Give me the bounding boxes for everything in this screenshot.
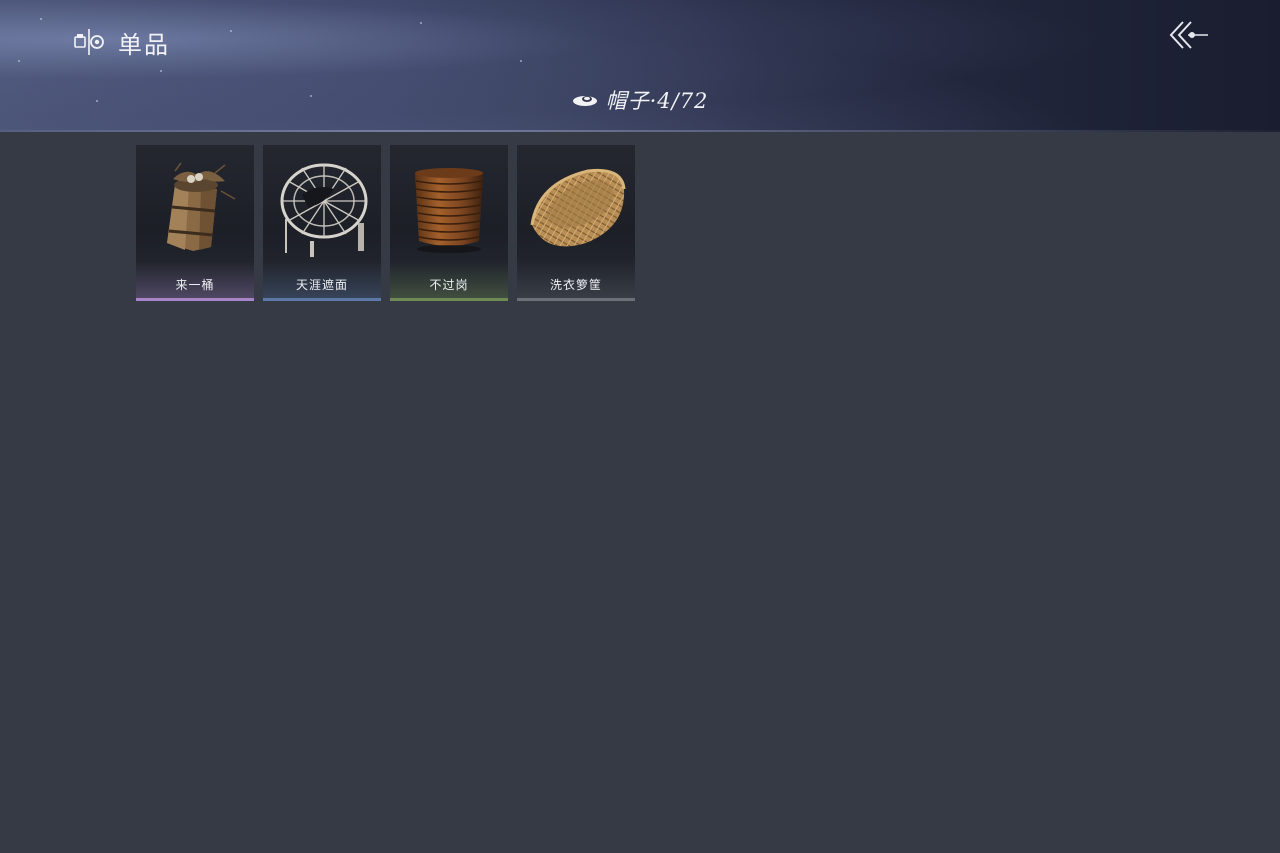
star-decoration bbox=[40, 18, 42, 20]
wicker-basket-icon bbox=[530, 168, 626, 247]
item-card[interactable]: 来一桶 bbox=[136, 145, 254, 301]
stacked-bowls-icon bbox=[415, 168, 483, 253]
item-name: 天涯遮面 bbox=[295, 278, 348, 292]
star-decoration bbox=[18, 60, 20, 62]
page-title: 单品 bbox=[118, 30, 170, 59]
item-card[interactable]: 天涯遮面 bbox=[263, 145, 381, 301]
item-name: 洗衣箩筐 bbox=[549, 278, 602, 292]
star-decoration bbox=[230, 30, 232, 32]
double-chevron-left-icon bbox=[1169, 21, 1208, 49]
star-decoration bbox=[420, 22, 422, 24]
item-name: 来一桶 bbox=[175, 278, 215, 292]
category-label: 帽子·4/72 bbox=[605, 89, 709, 113]
rarity-bar bbox=[390, 298, 508, 301]
back-button[interactable] bbox=[1166, 18, 1212, 52]
item-card[interactable]: 洗衣箩筐 bbox=[517, 145, 635, 301]
wooden-bucket-icon bbox=[167, 162, 236, 251]
item-card[interactable]: 不过岗 bbox=[390, 145, 508, 301]
category-heading: 帽子·4/72 bbox=[0, 84, 1280, 116]
item-grid: 来一桶 天涯遮面 不过岗 洗衣箩筐 bbox=[136, 145, 635, 301]
top-header: 单品 帽子·4/72 bbox=[0, 0, 1280, 132]
rarity-bar bbox=[517, 298, 635, 301]
hat-icon bbox=[572, 96, 597, 106]
rarity-bar bbox=[136, 298, 254, 301]
rarity-bar bbox=[263, 298, 381, 301]
bamboo-hat-icon bbox=[280, 163, 368, 257]
star-decoration bbox=[520, 60, 522, 62]
star-decoration bbox=[160, 70, 162, 72]
wardrobe-icon bbox=[74, 29, 104, 55]
page-title-group: 单品 bbox=[72, 24, 170, 60]
item-name: 不过岗 bbox=[429, 278, 469, 292]
